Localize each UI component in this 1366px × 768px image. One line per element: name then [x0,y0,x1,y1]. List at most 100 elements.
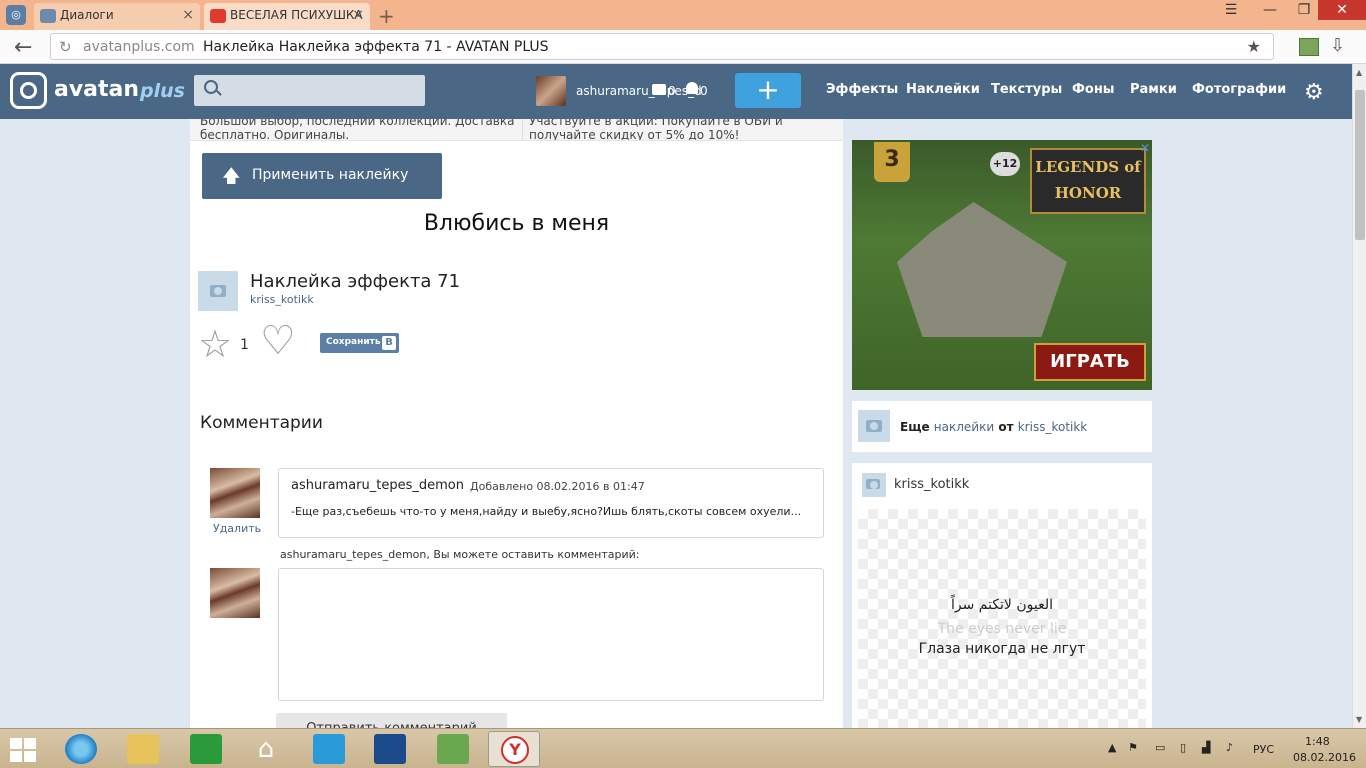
download-icon[interactable]: ⇩ [1330,35,1345,56]
scroll-down-icon[interactable]: ▼ [1356,715,1362,724]
nav-textures[interactable]: Текстуры [991,82,1062,97]
home-icon[interactable]: ⌂ [250,734,282,764]
maximize-icon[interactable]: ❐ [1288,2,1320,24]
preview-arabic-text: العيون لاتكتم سراً [950,597,1054,613]
search-input[interactable] [194,75,425,106]
browser-menu-icon[interactable]: ◎ [6,5,26,25]
yandex-logo-icon: Y [501,736,529,764]
search-icon[interactable] [204,80,218,94]
windows-start-icon[interactable] [10,738,38,762]
sticker-author-link[interactable]: kriss_kotikk [250,293,314,306]
nav-backgrounds[interactable]: Фоны [1072,82,1115,97]
promo-ad-left[interactable]: Большой выбор, последний коллекций. Дост… [200,119,520,140]
comment-date: Добавлено 08.02.2016 в 01:47 [470,480,645,493]
address-bar: ← ↻ avatanplus.com Наклейка Наклейка эфф… [0,30,1366,64]
vk-save-button[interactable]: Сохранить B [320,333,399,353]
logo-text[interactable]: avatan [54,77,139,102]
main-content: Большой выбор, последний коллекций. Дост… [190,119,843,743]
author-box-name[interactable]: kriss_kotikk [894,477,969,492]
comment-item: ashuramaru_tepes_demon Добавлено 08.02.2… [278,468,824,538]
sticker-title: Наклейка эффекта 71 [250,271,461,292]
scroll-thumb[interactable] [1355,90,1365,240]
page-scrollbar[interactable]: ▲ ▼ [1352,64,1366,728]
comment-avatar[interactable] [210,468,260,518]
yandex-browser-icon[interactable]: Y [488,731,540,767]
vk-logo-icon: B [382,336,396,350]
nav-stickers[interactable]: Наклейки [906,82,980,97]
apply-sticker-button[interactable]: 🡅 Применить наклейку [202,153,442,199]
internet-explorer-icon[interactable] [65,734,97,764]
back-arrow-icon[interactable]: ← [14,35,32,60]
ad-badge: 3 [874,142,910,182]
sticker-caption: Влюбись в меня [423,211,610,236]
windows-taskbar: ⌂ Y ▲ ⚑ ▭ ▯ ▟ ♪ РУС 1:48 08.02.2016 [0,728,1366,768]
battery-icon[interactable]: ▯ [1180,741,1186,754]
arrow-up-icon: 🡅 [222,166,241,187]
bookmark-star-icon[interactable]: ★ [1247,37,1261,56]
tab-youtube[interactable]: ВЕСЕЛАЯ ПСИХУШКА × [204,3,370,30]
bell-icon[interactable] [686,82,698,94]
comments-heading: Комментарии [200,413,323,433]
nav-frames[interactable]: Рамки [1130,82,1177,97]
reply-avatar [210,568,260,618]
author-avatar[interactable] [198,271,238,311]
more-from: от [998,420,1014,434]
gear-icon[interactable]: ⚙ [1304,80,1324,105]
promo-ad-right[interactable]: Участвуйте в акции: Покупайте в ОБИ и по… [522,119,822,140]
notifications-count: 0 [700,84,708,98]
tab-dialogs[interactable]: Диалоги × [34,3,200,30]
favorite-star-icon[interactable]: ☆ [198,325,232,363]
file-explorer-icon[interactable] [127,734,159,764]
clock-time[interactable]: 1:48 [1305,735,1330,748]
comment-textarea[interactable] [278,568,824,701]
scroll-up-icon[interactable]: ▲ [1356,68,1362,77]
extension-image-icon[interactable] [1299,38,1319,56]
sticker-preview[interactable]: العيون لاتكتم سراً The eyes never lie Гл… [858,509,1146,728]
clock-date[interactable]: 08.02.2016 [1293,751,1356,764]
tab-close-icon[interactable]: × [182,7,194,23]
nav-photos[interactable]: Фотографии [1192,82,1286,97]
url-field[interactable]: ↻ avatanplus.com Наклейка Наклейка эффек… [50,33,1274,60]
messages-icon[interactable] [652,84,666,95]
flag-icon[interactable]: ⚑ [1128,741,1138,754]
lenovo-icon[interactable] [374,734,406,764]
avatan-logo-icon[interactable] [10,72,47,109]
minimize-icon[interactable]: — [1254,2,1286,24]
camera-icon [210,285,226,297]
game-icon[interactable] [437,734,469,764]
tab-close-icon[interactable]: × [352,7,364,23]
ad-banner[interactable]: 3 +12 LEGENDS of HONOR ИГРАТЬ [852,140,1152,390]
url-page-title: Наклейка Наклейка эффекта 71 - AVATAN PL… [203,39,549,55]
tab-label: ВЕСЕЛАЯ ПСИХУШКА [230,8,363,22]
camera-icon [866,479,880,489]
author-box-avatar[interactable] [862,473,886,497]
delete-comment-link[interactable]: Удалить [213,522,261,535]
promo-strip: Большой выбор, последний коллекций. Дост… [190,119,843,141]
add-button[interactable]: + [735,73,801,108]
signal-icon[interactable]: ▟ [1202,741,1210,754]
reload-icon[interactable]: ↻ [59,38,72,56]
user-name[interactable]: ashuramaru_tepes_d [576,84,702,98]
mail-icon[interactable] [313,734,345,764]
language-indicator[interactable]: РУС [1253,743,1274,756]
favorites-count: 1 [240,337,249,353]
tray-expand-icon[interactable]: ▲ [1108,741,1116,754]
nav-effects[interactable]: Эффекты [826,82,898,97]
more-author-link[interactable]: kriss_kotikk [1018,420,1088,434]
close-window-icon[interactable]: ✕ [1318,0,1366,20]
comment-user[interactable]: ashuramaru_tepes_demon [291,478,464,493]
author-sticker-box: kriss_kotikk العيون لاتكتم سراً The eyes… [852,463,1152,728]
hamburger-menu-icon[interactable]: ☰ [1215,2,1247,24]
like-heart-icon[interactable]: ♡ [260,321,296,361]
preview-english-text: The eyes never lie [937,621,1067,637]
more-stickers-link[interactable]: наклейки [934,420,994,434]
network-icon[interactable]: ▭ [1155,741,1165,754]
volume-icon[interactable]: ♪ [1226,741,1233,754]
new-tab-icon[interactable]: + [378,4,395,28]
ad-close-icon[interactable]: ✕ [1140,141,1150,155]
ad-play-button[interactable]: ИГРАТЬ [1034,343,1146,381]
user-avatar[interactable] [536,76,566,106]
logo-sub[interactable]: plus [140,80,185,102]
author-mini-avatar[interactable] [858,410,890,442]
windows-store-icon[interactable] [190,734,222,764]
